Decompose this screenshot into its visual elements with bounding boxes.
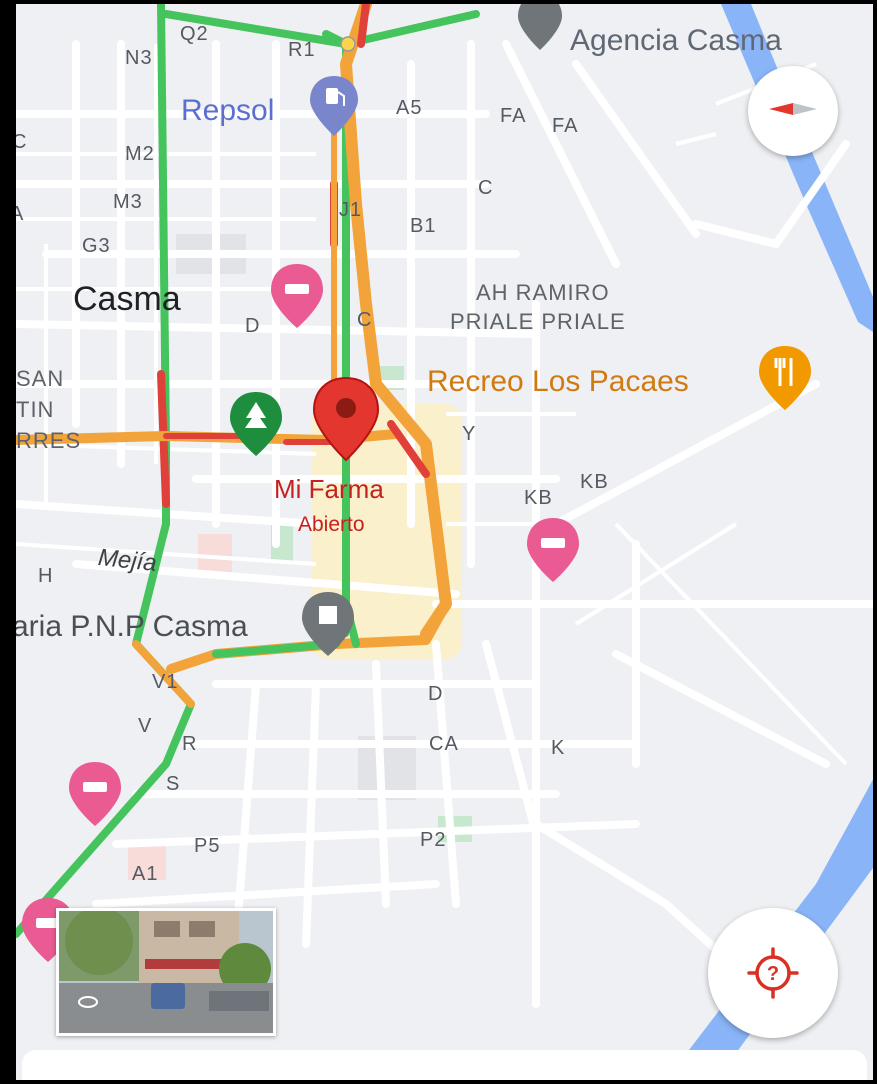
- block-label: P5: [194, 835, 221, 857]
- block-label: R: [182, 733, 198, 755]
- block-label: B1: [410, 215, 437, 237]
- district-label: TIN: [16, 397, 55, 422]
- my-location-icon: ?: [747, 947, 799, 999]
- block-label: S: [166, 773, 181, 795]
- block-label: Y: [462, 423, 477, 445]
- block-label: N3: [125, 47, 153, 69]
- district-label: SAN: [16, 366, 65, 391]
- block-label: A5: [396, 97, 423, 119]
- map-viewport[interactable]: Agencia Casma Repsol Casma AH RAMIRO PRI…: [16, 4, 873, 1080]
- street-view-thumbnail[interactable]: [56, 908, 276, 1036]
- agencia-pin[interactable]: [518, 4, 562, 50]
- block-label: J1: [339, 199, 363, 221]
- block-label: G3: [82, 235, 111, 257]
- poi-label-agencia[interactable]: Agencia Casma: [570, 26, 782, 56]
- block-label: Q2: [180, 23, 209, 45]
- restaurant-pin[interactable]: [759, 346, 811, 410]
- block-label: KB: [580, 471, 609, 493]
- hotel-pin[interactable]: [69, 762, 121, 826]
- locate-glyph: ?: [767, 963, 779, 985]
- block-label: A1: [132, 863, 159, 885]
- block-label: R1: [288, 39, 316, 61]
- block-label: K: [551, 737, 566, 759]
- town-label: Casma: [73, 280, 181, 318]
- hospital-area: [198, 534, 232, 572]
- block-label: C: [478, 177, 494, 199]
- compass-icon: [769, 103, 817, 115]
- rotate-360-icon: [78, 996, 98, 1008]
- block-label: M3: [113, 191, 143, 213]
- district-label: RRES: [16, 428, 82, 453]
- block-label: V1: [152, 671, 179, 693]
- block-label: H: [38, 565, 54, 587]
- bottom-sheet[interactable]: [22, 1050, 867, 1080]
- block-label: CA: [429, 733, 459, 755]
- block-label: V: [138, 715, 153, 737]
- neighborhood-label: AH RAMIRO: [476, 280, 610, 305]
- block-label: M2: [125, 143, 155, 165]
- poi-status-open: Abierto: [298, 513, 365, 536]
- block-label: D: [245, 315, 261, 337]
- street-view-photo: [59, 911, 273, 1033]
- block-label: KB: [524, 487, 553, 509]
- block-label: C: [357, 309, 373, 331]
- block-label: C: [16, 131, 28, 153]
- block-label: FA: [500, 105, 527, 127]
- block-label: D: [428, 683, 444, 705]
- block-label: P2: [420, 829, 447, 851]
- my-location-button[interactable]: ?: [708, 908, 838, 1038]
- roundabout-marker: [340, 36, 356, 52]
- poi-label-comisaria[interactable]: aria P.N.P Casma: [16, 612, 248, 642]
- poi-label-recreo[interactable]: Recreo Los Pacaes: [427, 367, 689, 397]
- block-label: A: [16, 203, 25, 225]
- compass-button[interactable]: [748, 66, 838, 156]
- street-label: Mejía: [96, 544, 158, 577]
- poi-label-repsol[interactable]: Repsol: [181, 96, 274, 126]
- block-label: FA: [552, 115, 579, 137]
- neighborhood-label: PRIALE PRIALE: [450, 309, 626, 334]
- poi-label-mifarma[interactable]: Mi Farma: [274, 476, 384, 502]
